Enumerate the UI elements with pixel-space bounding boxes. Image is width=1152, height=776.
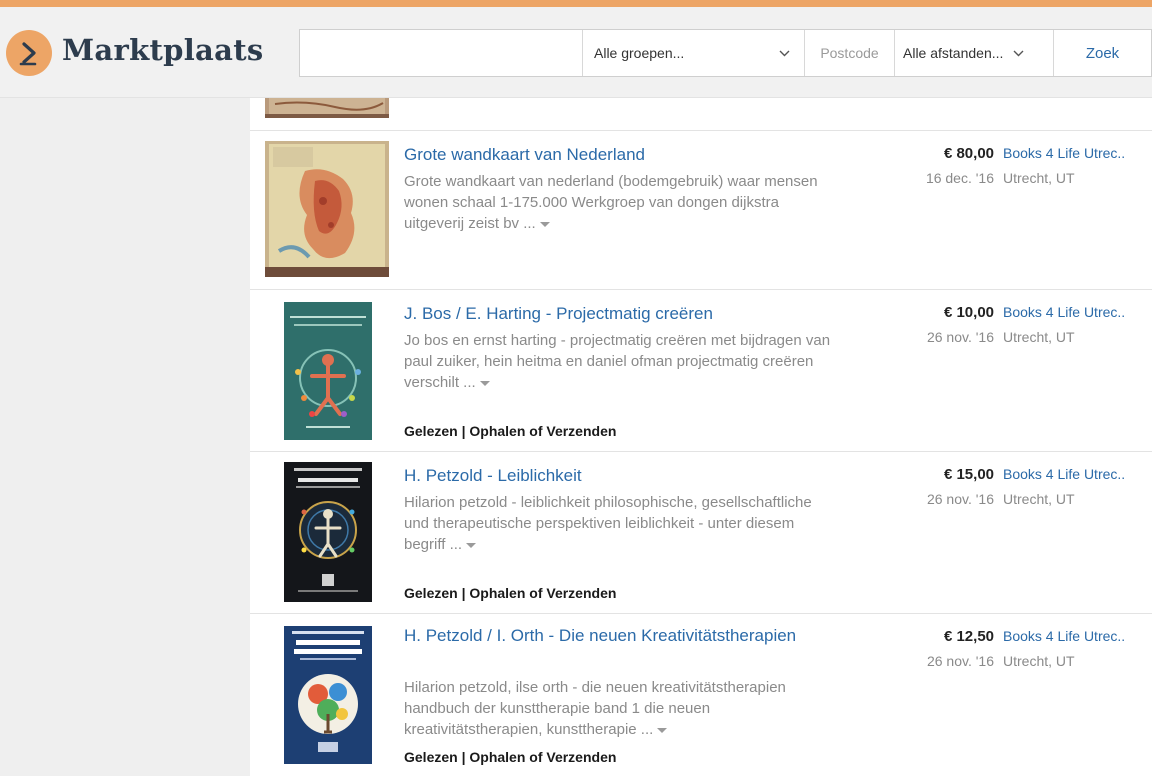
listing-title[interactable]: H. Petzold / I. Orth - Die neuen Kreativ… [404, 625, 844, 647]
listing-seller[interactable]: Books 4 Life Utrec.. [1003, 628, 1125, 644]
expand-caret-icon[interactable] [466, 542, 477, 548]
logo-icon[interactable] [6, 30, 52, 76]
listing-price: € 10,00 [943, 304, 994, 321]
expand-caret-icon[interactable] [657, 727, 668, 733]
search-input[interactable] [300, 30, 583, 76]
listing-description-text: Grote wandkaart van nederland (bodemgebr… [404, 173, 818, 232]
listing-thumbnail[interactable] [284, 626, 372, 764]
listing-row[interactable]: H. Petzold - Leiblichkeit Hilarion petzo… [250, 452, 1152, 614]
listing-attributes: Gelezen | Ophalen of Verzenden [404, 585, 617, 601]
listing-location: Utrecht, UT [1003, 170, 1075, 186]
postcode-input[interactable]: Postcode [805, 30, 895, 76]
listing-location: Utrecht, UT [1003, 653, 1075, 669]
listing-row-partial[interactable] [250, 98, 1152, 131]
listing-location: Utrecht, UT [1003, 491, 1075, 507]
search-bar: Alle groepen... Postcode Alle afstanden.… [299, 29, 1152, 77]
listing-row[interactable]: J. Bos / E. Harting - Projectmatig creër… [250, 290, 1152, 452]
listing-row[interactable]: H. Petzold / I. Orth - Die neuen Kreativ… [250, 614, 1152, 776]
listing-date: 26 nov. '16 [926, 491, 994, 507]
listing-thumbnail[interactable] [265, 141, 389, 277]
group-select-value: Alle groepen... [594, 45, 685, 61]
listing-seller[interactable]: Books 4 Life Utrec.. [1003, 304, 1125, 320]
listing-price: € 15,00 [943, 466, 994, 483]
listing-description-text: Jo bos en ernst harting - projectmatig c… [404, 332, 831, 391]
listing-description: Grote wandkaart van nederland (bodemgebr… [404, 171, 834, 234]
listing-description: Jo bos en ernst harting - projectmatig c… [404, 330, 834, 393]
expand-caret-icon[interactable] [539, 221, 550, 227]
listing-date: 16 dec. '16 [925, 170, 994, 186]
listing-thumbnail[interactable] [284, 462, 372, 602]
sidebar [0, 98, 250, 776]
listing-title[interactable]: Grote wandkaart van Nederland [404, 144, 844, 166]
group-select[interactable]: Alle groepen... [583, 30, 805, 76]
listing-thumbnail[interactable] [284, 302, 372, 440]
listing-price: € 12,50 [943, 628, 994, 645]
listing-date: 26 nov. '16 [926, 653, 994, 669]
listing-title[interactable]: H. Petzold - Leiblichkeit [404, 465, 844, 487]
listing-date: 26 nov. '16 [926, 329, 994, 345]
listing-list: Grote wandkaart van Nederland Grote wand… [250, 98, 1152, 776]
listing-price: € 80,00 [943, 145, 994, 162]
chevron-down-icon [1013, 50, 1024, 56]
chevron-right-icon [19, 42, 37, 66]
distance-select[interactable]: Alle afstanden... [895, 30, 1054, 76]
listing-attributes: Gelezen | Ophalen of Verzenden [404, 749, 617, 765]
top-accent-bar [0, 0, 1152, 7]
listing-seller[interactable]: Books 4 Life Utrec.. [1003, 145, 1125, 161]
search-button[interactable]: Zoek [1054, 30, 1151, 76]
listing-location: Utrecht, UT [1003, 329, 1075, 345]
listing-attributes: Gelezen | Ophalen of Verzenden [404, 423, 617, 439]
distance-select-value: Alle afstanden... [903, 45, 1004, 61]
chevron-down-icon [779, 50, 790, 56]
listing-row[interactable]: Grote wandkaart van Nederland Grote wand… [250, 131, 1152, 290]
listing-title[interactable]: J. Bos / E. Harting - Projectmatig creër… [404, 303, 844, 325]
header: Marktplaats Alle groepen... Postcode All… [0, 7, 1152, 98]
logo-text[interactable]: Marktplaats [62, 33, 264, 67]
listing-description: Hilarion petzold, ilse orth - die neuen … [404, 677, 834, 740]
listing-description: Hilarion petzold - leiblichkeit philosop… [404, 492, 834, 555]
listing-description-text: Hilarion petzold, ilse orth - die neuen … [404, 679, 786, 738]
listing-thumbnail[interactable] [265, 98, 389, 118]
expand-caret-icon[interactable] [479, 380, 490, 386]
listing-seller[interactable]: Books 4 Life Utrec.. [1003, 466, 1125, 482]
